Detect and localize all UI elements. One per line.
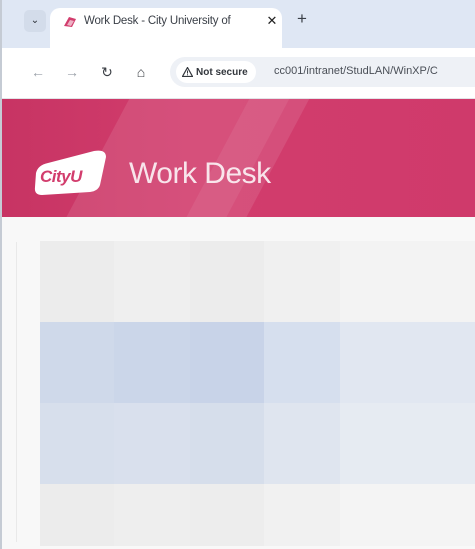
url-text: cc001/intranet/StudLAN/WinXP/C — [274, 65, 438, 77]
cityu-favicon-icon — [64, 17, 76, 27]
tile-row — [40, 241, 475, 322]
tile[interactable] — [40, 322, 114, 403]
tile[interactable] — [114, 403, 190, 484]
tab-title: Work Desk - City University of — [84, 15, 231, 27]
tile[interactable] — [40, 484, 114, 546]
tile[interactable] — [114, 484, 190, 546]
tile-row — [40, 403, 475, 484]
tab-strip: ⌄ Work Desk - City University of ✕ + — [2, 0, 475, 48]
warning-icon — [182, 67, 193, 77]
back-button[interactable]: ← — [28, 62, 48, 82]
tile[interactable] — [264, 241, 340, 322]
tab-search-button[interactable]: ⌄ — [24, 10, 46, 32]
forward-button[interactable]: → — [62, 62, 82, 82]
tile[interactable] — [340, 403, 475, 484]
tile[interactable] — [190, 322, 264, 403]
tile[interactable] — [264, 484, 340, 546]
tile-grid — [40, 241, 475, 546]
address-bar[interactable]: Not secure cc001/intranet/StudLAN/WinXP/… — [170, 57, 475, 87]
browser-toolbar: ← → ↻ ⌂ Not secure cc001/intranet/StudLA… — [2, 48, 475, 99]
cityu-logo: CityU — [32, 147, 110, 197]
home-button[interactable]: ⌂ — [131, 62, 151, 82]
tile[interactable] — [264, 403, 340, 484]
work-desk-banner: CityU Work Desk — [2, 99, 475, 217]
tile-row — [40, 322, 475, 403]
site-info-button[interactable]: Not secure — [176, 61, 256, 83]
tile[interactable] — [114, 322, 190, 403]
tile[interactable] — [40, 403, 114, 484]
tab-close-icon[interactable]: ✕ — [264, 13, 280, 29]
content-divider — [16, 242, 17, 542]
reload-button[interactable]: ↻ — [97, 62, 117, 82]
tile[interactable] — [340, 241, 475, 322]
tile[interactable] — [190, 241, 264, 322]
tile-row — [40, 484, 475, 546]
tile[interactable] — [114, 241, 190, 322]
logo-text: CityU — [40, 167, 82, 186]
new-tab-button[interactable]: + — [292, 9, 312, 29]
tile[interactable] — [264, 322, 340, 403]
tile[interactable] — [190, 484, 264, 546]
tile[interactable] — [190, 403, 264, 484]
page-title: Work Desk — [129, 157, 271, 190]
tab-work-desk[interactable]: Work Desk - City University of ✕ — [50, 8, 282, 48]
not-secure-label: Not secure — [196, 66, 248, 78]
tile[interactable] — [40, 241, 114, 322]
browser-window: ⌄ Work Desk - City University of ✕ + ← →… — [0, 0, 475, 549]
tile[interactable] — [340, 322, 475, 403]
tile[interactable] — [340, 484, 475, 546]
main-content: X — [2, 217, 475, 549]
